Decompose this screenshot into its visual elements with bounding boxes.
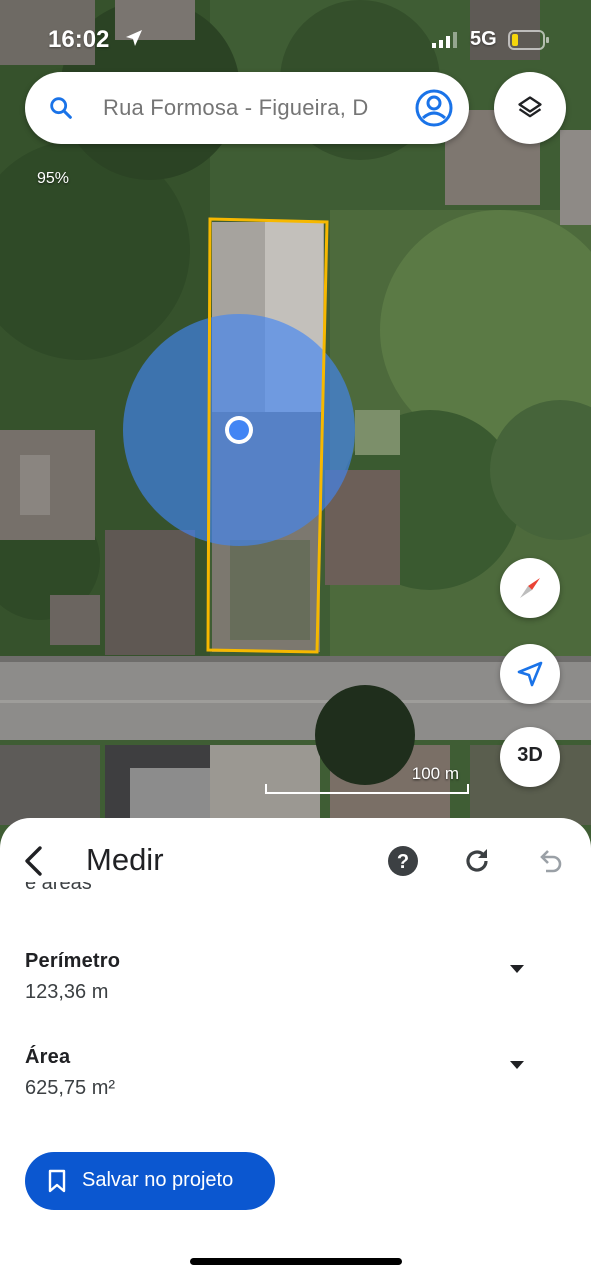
bookmark-icon [48,1169,66,1193]
network-type: 5G [470,28,497,50]
area-row[interactable]: Área 625,75 m² [25,1046,565,1100]
status-bar: 16:02 5G [0,22,591,58]
search-query[interactable]: Rua Formosa - Figueira, D [103,95,419,121]
layers-icon [518,96,542,118]
account-icon[interactable] [414,88,454,128]
perimeter-row[interactable]: Perímetro 123,36 m [25,950,565,1004]
measure-bottom-sheet: Medir ? e áreas Perímetro 123,36 m Área … [0,818,591,1280]
cellular-signal-icon [432,32,457,48]
help-icon[interactable]: ? [387,845,419,877]
dropdown-arrow-icon[interactable] [509,964,525,974]
compass-icon [520,578,540,598]
search-bar[interactable]: Rua Formosa - Figueira, D [25,72,469,144]
back-arrow-icon[interactable] [20,845,48,877]
battery-icon [508,30,549,50]
my-location-button[interactable] [500,644,560,704]
zoom-level: 95% [37,170,70,187]
layers-button[interactable] [494,72,566,144]
3d-label: 3D [517,744,543,766]
undo-icon[interactable] [535,846,565,876]
map-scale: 100 m [265,762,469,794]
scrolled-description: e áreas [25,882,92,894]
3d-view-button[interactable]: 3D [500,727,560,787]
svg-text:?: ? [397,851,409,873]
scale-label: 100 m [411,764,459,783]
save-button-label: Salvar no projeto [82,1169,234,1191]
navigation-arrow-icon [517,661,543,687]
location-arrow-icon [126,30,142,46]
scale-bar [265,784,469,794]
compass-button[interactable] [500,558,560,618]
save-to-project-button[interactable]: Salvar no projeto [25,1152,275,1210]
sheet-title: Medir [86,842,164,877]
area-value: 625,75 m² [25,1077,116,1099]
home-indicator[interactable] [190,1258,402,1265]
area-label: Área [25,1046,71,1068]
satellite-map[interactable]: 16:02 5G Rua Formosa - Figueira, D 95% 3… [0,0,591,860]
perimeter-label: Perímetro [25,950,121,972]
refresh-icon[interactable] [462,846,492,876]
dropdown-arrow-icon[interactable] [509,1060,525,1070]
status-time: 16:02 [48,26,110,53]
perimeter-value: 123,36 m [25,981,109,1003]
search-icon [50,97,72,119]
